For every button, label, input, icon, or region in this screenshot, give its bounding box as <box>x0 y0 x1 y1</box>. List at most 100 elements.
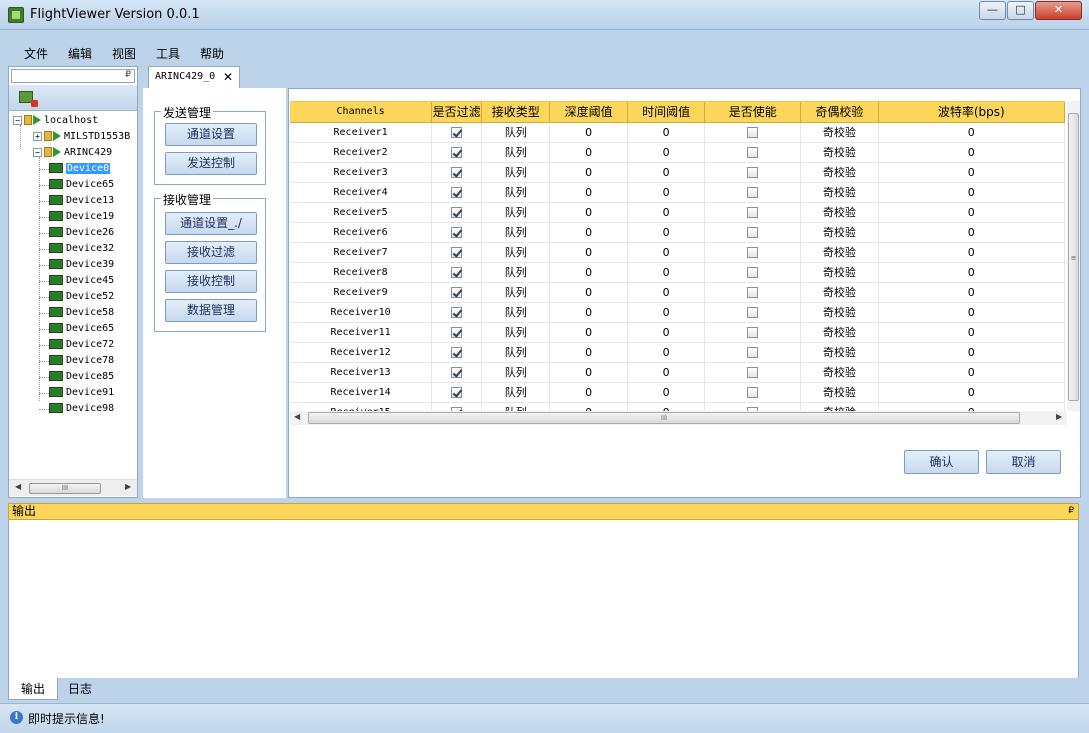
scroll-thumb[interactable]: III <box>29 483 101 494</box>
cell-depth-threshold[interactable]: 0 <box>549 242 628 263</box>
cell-receive-type[interactable]: 队列 <box>481 162 551 183</box>
cell-parity[interactable]: 奇校验 <box>800 362 879 383</box>
tree-node-device[interactable]: Device52 <box>39 289 114 305</box>
enable-checkbox[interactable] <box>747 147 759 158</box>
filter-checkbox[interactable] <box>451 347 463 358</box>
cell-receive-type[interactable]: 队列 <box>481 382 551 403</box>
cell-channel[interactable]: Receiver7 <box>290 242 433 263</box>
filter-checkbox[interactable] <box>451 387 463 398</box>
cell-depth-threshold[interactable]: 0 <box>549 262 628 283</box>
cell-baud-rate[interactable]: 0 <box>878 362 1065 383</box>
enable-checkbox[interactable] <box>747 127 759 138</box>
scroll-left-icon[interactable]: ◀ <box>15 482 21 491</box>
table-row[interactable]: Receiver5 队列 0 0 奇校验 0 <box>290 202 1065 223</box>
cell-time-threshold[interactable]: 0 <box>627 382 706 403</box>
cell-receive-type[interactable]: 队列 <box>481 362 551 383</box>
cell-channel[interactable]: Receiver15 <box>290 402 433 411</box>
table-row[interactable]: Receiver9 队列 0 0 奇校验 0 <box>290 282 1065 303</box>
cell-baud-rate[interactable]: 0 <box>878 282 1065 303</box>
grid-horizontal-scrollbar[interactable]: ◀ III ▶ <box>290 411 1067 425</box>
cell-channel[interactable]: Receiver10 <box>290 302 433 323</box>
filter-checkbox[interactable] <box>451 307 463 318</box>
col-header-baud-rate[interactable]: 波特率(bps) <box>878 102 1065 123</box>
cell-time-threshold[interactable]: 0 <box>627 362 706 383</box>
enable-checkbox[interactable] <box>747 267 759 278</box>
scroll-thumb[interactable]: ≡ <box>1068 113 1079 401</box>
filter-checkbox[interactable] <box>451 247 463 258</box>
tree-node-device[interactable]: Device45 <box>39 273 114 289</box>
tree-node-device[interactable]: Device13 <box>39 193 114 209</box>
tree-node-device[interactable]: Device72 <box>39 337 114 353</box>
tree-node-device[interactable]: Device19 <box>39 209 114 225</box>
cell-time-threshold[interactable]: 0 <box>627 182 706 203</box>
menu-help[interactable]: 帮助 <box>200 45 224 62</box>
enable-checkbox[interactable] <box>747 307 759 318</box>
cell-baud-rate[interactable]: 0 <box>878 182 1065 203</box>
enable-checkbox[interactable] <box>747 287 759 298</box>
minimize-button[interactable]: — <box>979 1 1006 20</box>
filter-checkbox[interactable] <box>451 187 463 198</box>
scroll-right-icon[interactable]: ▶ <box>125 482 131 491</box>
table-row[interactable]: Receiver2 队列 0 0 奇校验 0 <box>290 142 1065 163</box>
cell-baud-rate[interactable]: 0 <box>878 402 1065 411</box>
cell-depth-threshold[interactable]: 0 <box>549 362 628 383</box>
cell-depth-threshold[interactable]: 0 <box>549 282 628 303</box>
menu-tools[interactable]: 工具 <box>156 45 180 62</box>
scroll-right-icon[interactable]: ▶ <box>1056 412 1062 421</box>
enable-checkbox[interactable] <box>747 227 759 238</box>
cell-baud-rate[interactable]: 0 <box>878 322 1065 343</box>
tree-node-device[interactable]: Device65 <box>39 321 114 337</box>
col-header-channels[interactable]: Channels <box>290 102 433 123</box>
cell-time-threshold[interactable]: 0 <box>627 342 706 363</box>
col-header-receive-type[interactable]: 接收类型 <box>481 102 551 123</box>
scroll-thumb[interactable]: III <box>308 412 1020 424</box>
filter-checkbox[interactable] <box>451 287 463 298</box>
cell-time-threshold[interactable]: 0 <box>627 202 706 223</box>
enable-checkbox[interactable] <box>747 347 759 358</box>
filter-checkbox[interactable] <box>451 167 463 178</box>
cell-receive-type[interactable]: 队列 <box>481 342 551 363</box>
table-row[interactable]: Receiver1 队列 0 0 奇校验 0 <box>290 122 1065 143</box>
enable-checkbox[interactable] <box>747 367 759 378</box>
tree-node-device[interactable]: Device85 <box>39 369 114 385</box>
cell-depth-threshold[interactable]: 0 <box>549 342 628 363</box>
cell-time-threshold[interactable]: 0 <box>627 302 706 323</box>
enable-checkbox[interactable] <box>747 327 759 338</box>
tree-node-device[interactable]: Device32 <box>39 241 114 257</box>
cell-receive-type[interactable]: 队列 <box>481 142 551 163</box>
tab-output[interactable]: 输出 <box>8 678 59 700</box>
table-row[interactable]: Receiver15队列00奇校验0 <box>290 402 1065 411</box>
filter-checkbox[interactable] <box>451 327 463 338</box>
tree-node-device[interactable]: Device91 <box>39 385 114 401</box>
cell-channel[interactable]: Receiver12 <box>290 342 433 363</box>
cell-parity[interactable]: 奇校验 <box>800 222 879 243</box>
collapse-icon[interactable]: − <box>33 147 42 157</box>
table-row[interactable]: Receiver11 队列 0 0 奇校验 0 <box>290 322 1065 343</box>
send-channel-settings-button[interactable]: 通道设置 <box>165 123 257 146</box>
enable-checkbox[interactable] <box>747 207 759 218</box>
confirm-button[interactable]: 确认 <box>904 450 979 474</box>
table-row[interactable]: Receiver3 队列 0 0 奇校验 0 <box>290 162 1065 183</box>
pin-icon[interactable]: ₽ <box>1068 504 1074 519</box>
cell-time-threshold[interactable]: 0 <box>627 162 706 183</box>
cell-depth-threshold[interactable]: 0 <box>549 382 628 403</box>
col-header-depth-threshold[interactable]: 深度阈值 <box>549 102 628 123</box>
cell-baud-rate[interactable]: 0 <box>878 162 1065 183</box>
cell-receive-type[interactable]: 队列 <box>481 322 551 343</box>
table-row[interactable]: Receiver4 队列 0 0 奇校验 0 <box>290 182 1065 203</box>
data-management-button[interactable]: 数据管理 <box>165 299 257 322</box>
cancel-button[interactable]: 取消 <box>986 450 1061 474</box>
cell-parity[interactable]: 奇校验 <box>800 402 879 411</box>
menu-file[interactable]: 文件 <box>24 45 48 62</box>
enable-checkbox[interactable] <box>747 387 759 398</box>
tab-arinc429-0[interactable]: ARINC429_0 ✕ <box>148 66 240 88</box>
close-button[interactable]: ✕ <box>1035 1 1082 20</box>
cell-parity[interactable]: 奇校验 <box>800 242 879 263</box>
cell-channel[interactable]: Receiver14 <box>290 382 433 403</box>
cell-parity[interactable]: 奇校验 <box>800 142 879 163</box>
table-row[interactable]: Receiver14 队列 0 0 奇校验 0 <box>290 382 1065 403</box>
send-control-button[interactable]: 发送控制 <box>165 152 257 175</box>
cell-depth-threshold[interactable]: 0 <box>549 322 628 343</box>
table-row[interactable]: Receiver7 队列 0 0 奇校验 0 <box>290 242 1065 263</box>
col-header-time-threshold[interactable]: 时间阈值 <box>627 102 706 123</box>
